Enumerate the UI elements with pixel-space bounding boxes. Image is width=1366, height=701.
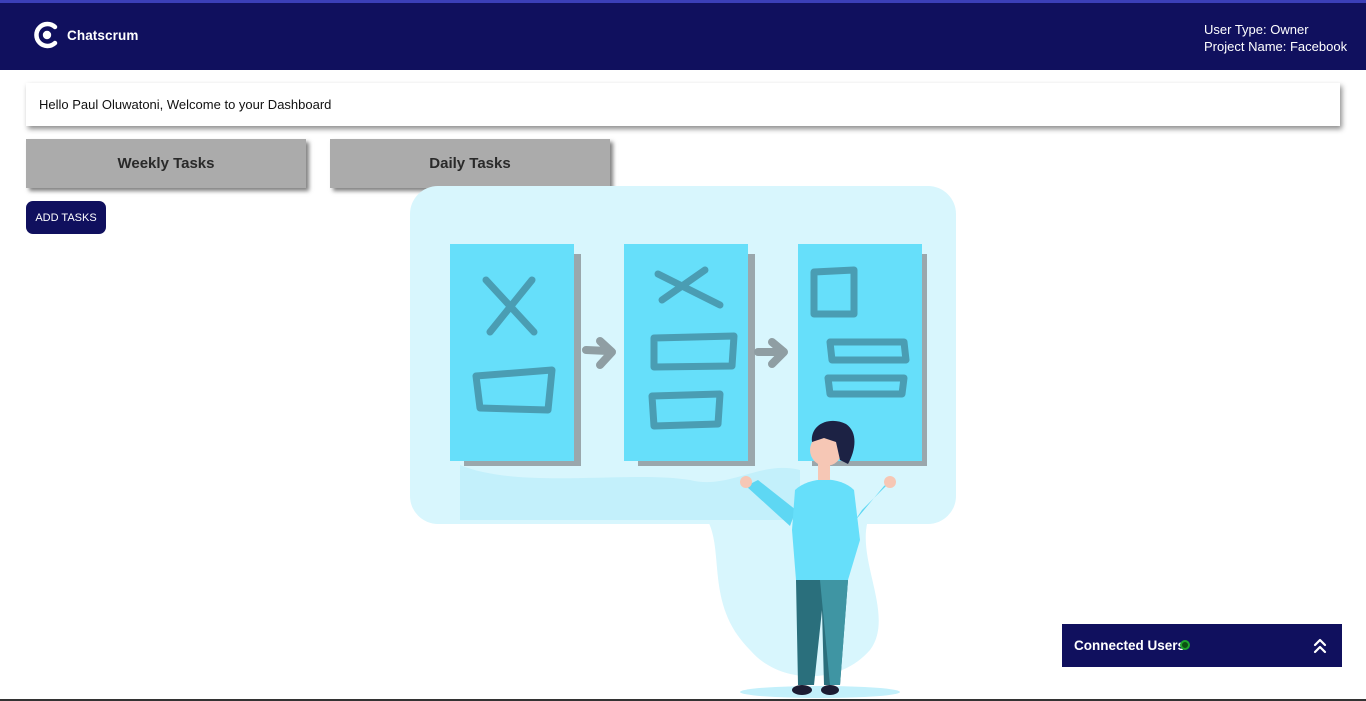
connected-users-label: Connected Users — [1074, 638, 1186, 653]
user-info: User Type: Owner Project Name: Facebook — [1204, 21, 1347, 55]
brand-name: Chatscrum — [67, 27, 139, 43]
welcome-banner: Hello Paul Oluwatoni, Welcome to your Da… — [26, 83, 1340, 126]
double-chevron-up-icon[interactable] — [1312, 637, 1328, 655]
scrum-board-illustration — [410, 186, 956, 698]
navbar: Chatscrum User Type: Owner Project Name:… — [0, 3, 1366, 70]
tab-weekly-tasks[interactable]: Weekly Tasks — [26, 139, 306, 188]
chatscrum-logo-icon — [34, 21, 58, 49]
connected-users-panel[interactable]: Connected Users — [1062, 624, 1342, 667]
project-name: Project Name: Facebook — [1204, 39, 1348, 54]
brand-logo[interactable]: Chatscrum — [32, 19, 138, 51]
user-type: User Type: Owner — [1204, 22, 1309, 37]
welcome-message: Hello Paul Oluwatoni, Welcome to your Da… — [39, 97, 332, 112]
online-dot-icon — [1180, 640, 1190, 650]
add-tasks-button[interactable]: ADD TASKS — [26, 201, 106, 234]
